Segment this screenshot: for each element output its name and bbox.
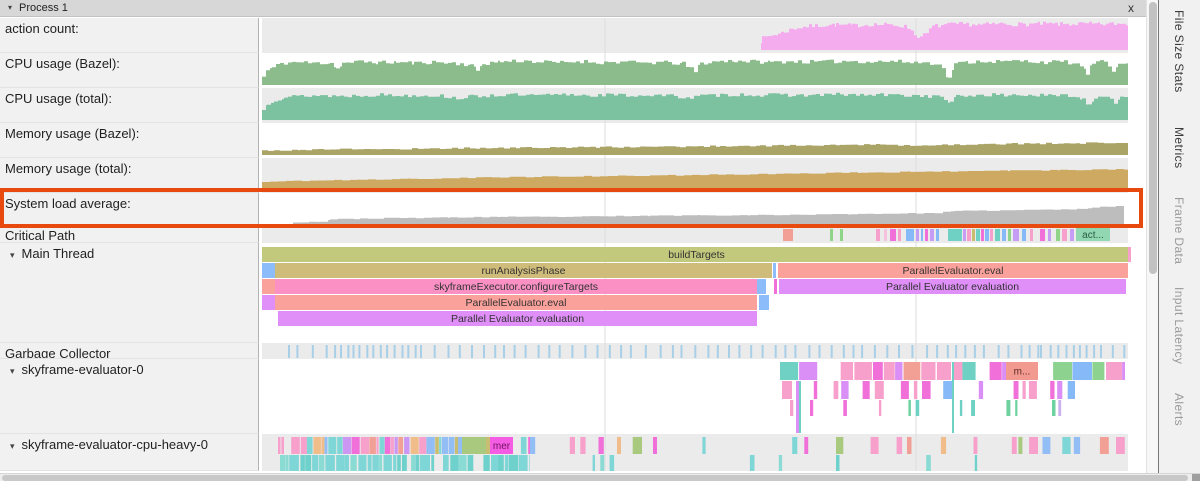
row-label-text: Memory usage (Bazel):	[5, 126, 139, 141]
process-header[interactable]: ▾ Process 1 x	[0, 0, 1146, 17]
row-label-text: skyframe-evaluator-cpu-heavy-0	[22, 437, 208, 452]
row-label-text: Critical Path	[5, 228, 75, 243]
row-label-skycpu[interactable]: ▾ skyframe-evaluator-cpu-heavy-0	[0, 434, 259, 471]
row-label-text: Main Thread	[22, 246, 95, 261]
close-icon[interactable]: x	[1128, 1, 1134, 15]
vertical-scrollbar[interactable]	[1146, 0, 1158, 473]
row-track-skycpu[interactable]	[262, 434, 1128, 471]
trace-viewer: action count: CPU usage (Bazel): CPU usage…	[0, 0, 1200, 481]
row-label-text: Garbage Collector	[5, 346, 111, 359]
row-label-text: skyframe-evaluator-0	[22, 362, 144, 377]
row-track-cpu-total[interactable]	[262, 88, 1128, 123]
row-track-cpu-bazel[interactable]	[262, 53, 1128, 88]
row-track-action-count[interactable]	[262, 18, 1128, 53]
row-label-main-thread[interactable]: ▾ Main Thread	[0, 243, 259, 343]
vertical-scrollbar-thumb[interactable]	[1149, 2, 1157, 274]
row-label-cpu-bazel: CPU usage (Bazel):	[0, 53, 259, 88]
row-track-critical-path[interactable]	[262, 228, 1128, 243]
sidebar-tab-metrics[interactable]: Metrics	[1172, 127, 1186, 168]
row-track-gc[interactable]	[262, 343, 1128, 359]
horizontal-scrollbar[interactable]	[0, 473, 1200, 481]
scrollbar-corner	[1192, 474, 1200, 481]
right-sidebar: File Size Stats Metrics Frame Data Input La…	[1158, 0, 1200, 473]
row-label-critical-path: Critical Path	[0, 228, 259, 243]
sidebar-tab-input-latency[interactable]: Input Latency	[1172, 287, 1186, 364]
row-label-text: CPU usage (Bazel):	[5, 56, 120, 71]
horizontal-scrollbar-thumb[interactable]	[2, 475, 1188, 481]
sidebar-tab-file-size-stats[interactable]: File Size Stats	[1172, 10, 1186, 93]
chevron-down-icon[interactable]: ▾	[10, 441, 15, 452]
row-label-text: action count:	[5, 21, 79, 36]
row-label-gc: Garbage Collector	[0, 343, 259, 359]
row-label-mem-bazel: Memory usage (Bazel):	[0, 123, 259, 158]
row-label-text: Memory usage (total):	[5, 161, 131, 176]
row-label-sky0[interactable]: ▾ skyframe-evaluator-0	[0, 359, 259, 434]
sidebar-tab-frame-data[interactable]: Frame Data	[1172, 197, 1186, 264]
sidebar-tab-alerts[interactable]: Alerts	[1172, 393, 1186, 426]
row-track-main-thread[interactable]	[262, 243, 1128, 343]
process-title: Process 1	[19, 2, 68, 14]
row-label-text: CPU usage (total):	[5, 91, 112, 106]
system-load-highlight-box	[0, 188, 1143, 228]
row-label-action-count: action count:	[0, 18, 259, 53]
row-label-cpu-total: CPU usage (total):	[0, 88, 259, 123]
row-track-sky0[interactable]	[262, 359, 1128, 434]
row-track-mem-bazel[interactable]	[262, 123, 1128, 158]
chevron-down-icon[interactable]: ▾	[8, 4, 12, 12]
chevron-down-icon[interactable]: ▾	[10, 250, 15, 261]
chevron-down-icon[interactable]: ▾	[10, 366, 15, 377]
